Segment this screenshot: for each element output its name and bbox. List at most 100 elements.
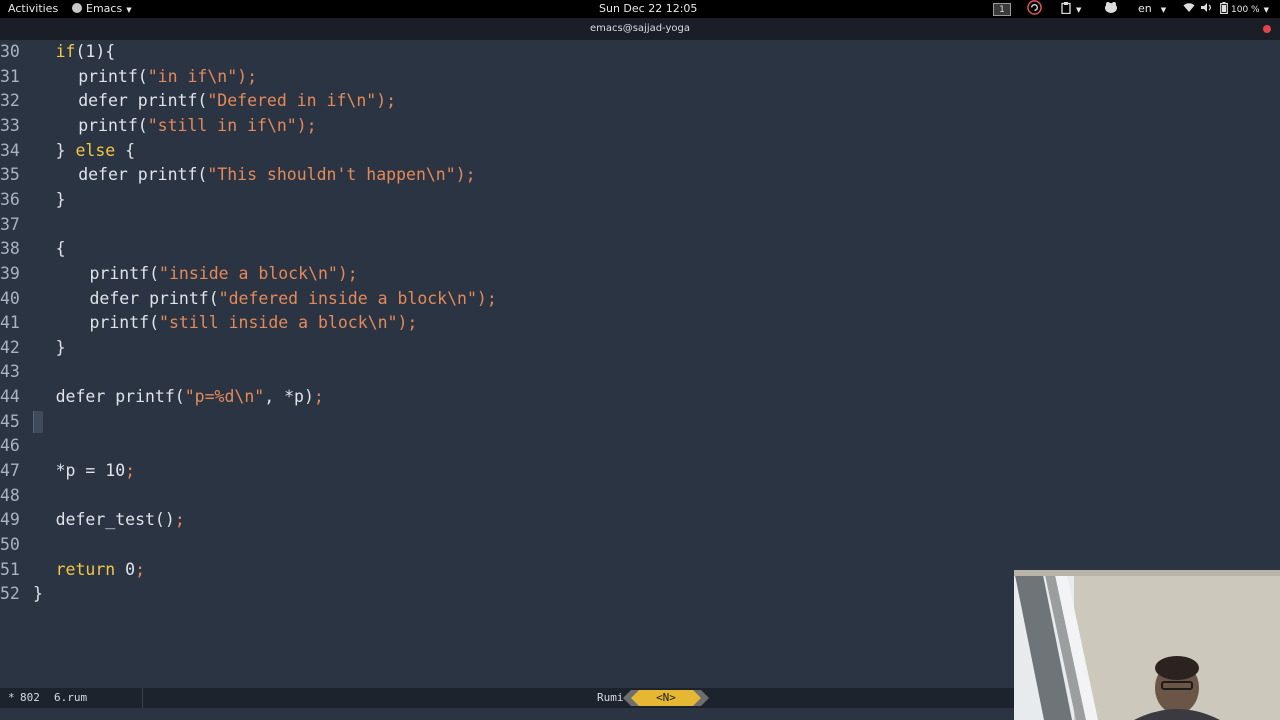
code-token: ; bbox=[174, 510, 185, 530]
code-line[interactable]: 44 defer printf("p=%d\n", *p); bbox=[0, 385, 1280, 409]
evil-state-badge: <N> bbox=[631, 690, 701, 706]
window-title: emacs@sajjad-yoga bbox=[589, 23, 691, 34]
code-line[interactable]: 31 printf("in if\n"); bbox=[0, 65, 1280, 89]
code-token: printf( bbox=[89, 313, 160, 333]
string-token: "defered inside a block\n" bbox=[218, 288, 477, 308]
code-line[interactable]: 35 defer printf("This shouldn't happen\n"… bbox=[0, 163, 1280, 187]
code-line[interactable]: 42} bbox=[0, 336, 1280, 360]
chevron-down-icon: ▼ bbox=[1160, 6, 1167, 14]
battery-indicator[interactable]: 100 % ▼ bbox=[1220, 0, 1269, 18]
code-text: return 0; bbox=[56, 558, 145, 582]
chevron-down-icon: ▼ bbox=[1076, 6, 1082, 14]
keyword-token: else bbox=[75, 140, 116, 160]
line-number: 44 bbox=[0, 387, 20, 407]
code-line[interactable]: 47 *p = 10; bbox=[0, 459, 1280, 483]
sync-icon[interactable] bbox=[1027, 0, 1042, 18]
volume-icon[interactable] bbox=[1200, 0, 1212, 18]
code-line[interactable]: 46 bbox=[0, 434, 1280, 458]
code-token: (1){ bbox=[75, 42, 116, 61]
code-text: if(1){ bbox=[56, 40, 116, 64]
code-line[interactable]: 38 { bbox=[0, 237, 1280, 261]
line-number: 48 bbox=[0, 485, 20, 505]
code-line[interactable]: 49 defer_test(); bbox=[0, 508, 1280, 532]
battery-icon bbox=[1220, 2, 1228, 15]
code-token: ); bbox=[337, 263, 358, 283]
code-line[interactable]: 41 printf("still inside a block\n"); bbox=[0, 311, 1280, 335]
system-monitor-icon[interactable] bbox=[1104, 0, 1118, 18]
line-number: 51 bbox=[0, 559, 20, 579]
buffer-filename[interactable]: 6.rum bbox=[54, 688, 87, 708]
string-token: "in if\n" bbox=[147, 66, 238, 86]
workspace-number: 1 bbox=[993, 2, 1011, 16]
code-text: defer_test(); bbox=[56, 508, 185, 532]
code-token: ; bbox=[313, 387, 324, 407]
code-text: } else { bbox=[56, 139, 136, 163]
line-number: 42 bbox=[0, 337, 20, 357]
code-token: printf( bbox=[89, 263, 160, 283]
code-line[interactable]: 32 defer printf("Defered in if\n"); bbox=[0, 89, 1280, 113]
code-line[interactable]: 39 printf("inside a block\n"); bbox=[0, 262, 1280, 286]
workspace-indicator[interactable]: 1 bbox=[993, 0, 1011, 18]
code-token: printf( bbox=[78, 115, 148, 135]
code-line[interactable]: 48 bbox=[0, 484, 1280, 508]
chevron-down-icon: ▼ bbox=[1263, 6, 1269, 14]
line-number: 33 bbox=[0, 115, 20, 135]
keyword-token: if bbox=[55, 42, 76, 61]
string-token: "p=%d\n" bbox=[184, 387, 265, 407]
code-line[interactable]: 37 bbox=[0, 213, 1280, 237]
code-line[interactable]: 43 bbox=[0, 360, 1280, 384]
text-cursor bbox=[33, 410, 43, 433]
string-token: "still in if\n" bbox=[147, 115, 297, 135]
code-token: { bbox=[55, 239, 66, 259]
major-mode[interactable]: Rumi bbox=[597, 688, 624, 708]
code-token: ); bbox=[455, 165, 476, 185]
code-token: } bbox=[33, 584, 43, 604]
line-number: 47 bbox=[0, 461, 20, 481]
modified-indicator: * bbox=[8, 691, 15, 704]
line-number: 49 bbox=[0, 510, 20, 530]
line-number: 30 bbox=[0, 42, 20, 61]
line-number: 41 bbox=[0, 313, 20, 333]
code-text: defer printf("defered inside a block\n")… bbox=[90, 287, 497, 311]
line-number: 36 bbox=[0, 189, 20, 209]
code-token: defer_test() bbox=[55, 510, 175, 530]
window-title-bar[interactable]: emacs@sajjad-yoga bbox=[0, 18, 1280, 40]
string-token: "inside a block\n" bbox=[159, 263, 338, 283]
wifi-icon[interactable] bbox=[1183, 0, 1195, 18]
app-menu-label: Emacs bbox=[86, 2, 123, 15]
app-menu[interactable]: Emacs ▼ bbox=[72, 0, 132, 18]
string-token: "This shouldn't happen\n" bbox=[207, 165, 456, 185]
code-line[interactable]: 36} bbox=[0, 188, 1280, 212]
string-token: "still inside a block\n" bbox=[159, 313, 398, 333]
line-number: 45 bbox=[0, 411, 20, 431]
code-text: defer printf("This shouldn't happen\n"); bbox=[78, 163, 475, 187]
code-line[interactable]: 45 bbox=[0, 410, 1280, 434]
code-token: printf( bbox=[78, 66, 148, 86]
clipboard-icon[interactable]: ▼ bbox=[1061, 0, 1081, 18]
code-line[interactable]: 50 bbox=[0, 533, 1280, 557]
code-line[interactable]: 40 defer printf("defered inside a block\n… bbox=[0, 287, 1280, 311]
code-token: 0 bbox=[115, 559, 136, 579]
code-token: defer printf( bbox=[78, 165, 208, 185]
line-number: 32 bbox=[0, 91, 20, 111]
line-number: 50 bbox=[0, 535, 20, 554]
close-icon[interactable] bbox=[1263, 25, 1271, 33]
code-text: } bbox=[56, 336, 66, 360]
code-line[interactable]: 34} else { bbox=[0, 139, 1280, 163]
code-token: defer printf( bbox=[78, 91, 208, 111]
code-token: } bbox=[55, 140, 76, 160]
clock[interactable]: Sun Dec 22 12:05 bbox=[599, 0, 697, 18]
code-token: defer printf( bbox=[89, 288, 219, 308]
code-token: ); bbox=[476, 288, 497, 308]
code-token: ); bbox=[237, 66, 258, 86]
code-text: printf("still in if\n"); bbox=[78, 114, 316, 138]
code-text: printf("in if\n"); bbox=[78, 65, 257, 89]
language-label: en bbox=[1138, 2, 1152, 15]
code-line[interactable]: 30 if(1){ bbox=[0, 40, 1280, 64]
code-line[interactable]: 33 printf("still in if\n"); bbox=[0, 114, 1280, 138]
language-selector[interactable]: en ▼ bbox=[1138, 0, 1166, 18]
code-text: } bbox=[56, 188, 66, 212]
activities-button[interactable]: Activities bbox=[8, 0, 58, 18]
webcam-overlay bbox=[1014, 570, 1280, 720]
line-number: 40 bbox=[0, 288, 20, 308]
